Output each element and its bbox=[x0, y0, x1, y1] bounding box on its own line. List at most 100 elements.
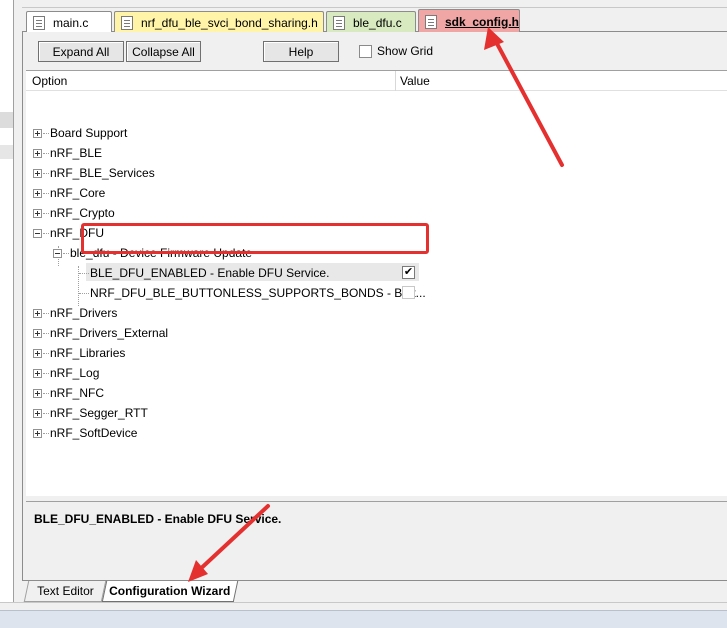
tree-item-nrf-softdevice[interactable]: nRF_SoftDevice bbox=[26, 423, 727, 443]
tree-item-label: nRF_BLE bbox=[50, 146, 103, 160]
tab-sdk-config-h[interactable]: sdk_config.h bbox=[418, 9, 520, 33]
description-text: BLE_DFU_ENABLED - Enable DFU Service. bbox=[34, 512, 282, 526]
file-icon bbox=[425, 14, 437, 29]
tree-item-nrf-dfu-ble-buttonless-supports-bonds[interactable]: NRF_DFU_BLE_BUTTONLESS_SUPPORTS_BONDS - … bbox=[26, 283, 727, 303]
ble-dfu-enabled-checkbox[interactable]: ✔ bbox=[402, 266, 415, 279]
expand-icon[interactable] bbox=[33, 189, 42, 198]
tree-item-nrf-nfc[interactable]: nRF_NFC bbox=[26, 383, 727, 403]
tree-item-nrf-ble-services[interactable]: nRF_BLE_Services bbox=[26, 163, 727, 183]
tree-item-nrf-log[interactable]: nRF_Log bbox=[26, 363, 727, 383]
tree-item-label: nRF_Drivers bbox=[50, 306, 118, 320]
show-grid-toggle[interactable]: Show Grid bbox=[359, 44, 433, 58]
tab-label: ble_dfu.c bbox=[353, 15, 402, 30]
tab-text-editor[interactable]: Text Editor bbox=[23, 581, 107, 602]
tree-item-label: nRF_Core bbox=[50, 186, 106, 200]
tab-label: nrf_dfu_ble_svci_bond_sharing.h bbox=[141, 15, 318, 30]
expand-icon[interactable] bbox=[33, 389, 42, 398]
tab-label: main.c bbox=[53, 15, 89, 30]
window-bottom-edge bbox=[0, 602, 727, 610]
tree-item-board-support[interactable]: Board Support bbox=[26, 123, 727, 143]
column-divider[interactable] bbox=[395, 71, 396, 91]
description-pane: BLE_DFU_ENABLED - Enable DFU Service. bbox=[26, 501, 727, 580]
expand-icon[interactable] bbox=[33, 149, 42, 158]
expand-all-button[interactable]: Expand All bbox=[38, 41, 124, 62]
options-tree: Option Value Board Support nRF_BLE nRF_B… bbox=[26, 70, 727, 496]
expand-icon[interactable] bbox=[33, 329, 42, 338]
splitter[interactable] bbox=[14, 0, 22, 610]
tab-configuration-wizard[interactable]: Configuration Wizard bbox=[101, 581, 239, 602]
tree-item-nrf-core[interactable]: nRF_Core bbox=[26, 183, 727, 203]
annotation-highlight-box bbox=[81, 223, 429, 254]
tree-connector bbox=[43, 393, 49, 394]
tree-item-nrf-libraries[interactable]: nRF_Libraries bbox=[26, 343, 727, 363]
tree-connector bbox=[43, 353, 49, 354]
file-icon bbox=[121, 15, 133, 30]
tree-connector bbox=[43, 313, 49, 314]
toolbar-edge bbox=[22, 0, 727, 8]
show-grid-label: Show Grid bbox=[377, 44, 434, 58]
project-panel-row bbox=[0, 145, 13, 159]
buttonless-supports-bonds-checkbox[interactable] bbox=[402, 286, 415, 299]
tree-connector bbox=[43, 373, 49, 374]
configuration-wizard-panel: Expand All Collapse All Help Show Grid O… bbox=[22, 32, 727, 580]
tree-item-label: BLE_DFU_ENABLED - Enable DFU Service. bbox=[90, 266, 330, 280]
project-panel-selection bbox=[0, 112, 13, 128]
tab-label: Configuration Wizard bbox=[109, 584, 231, 598]
tree-item-nrf-segger-rtt[interactable]: nRF_Segger_RTT bbox=[26, 403, 727, 423]
tab-label: sdk_config.h bbox=[444, 14, 519, 29]
expand-icon[interactable] bbox=[33, 209, 42, 218]
tree-item-label: Board Support bbox=[50, 126, 128, 140]
tab-label: Text Editor bbox=[36, 584, 94, 598]
tree-item-label: nRF_Crypto bbox=[50, 206, 115, 220]
show-grid-checkbox[interactable] bbox=[359, 44, 372, 58]
expand-icon[interactable] bbox=[33, 349, 42, 358]
tree-item-ble-dfu-enabled[interactable]: BLE_DFU_ENABLED - Enable DFU Service. ✔ bbox=[26, 263, 727, 283]
status-bar bbox=[0, 610, 727, 628]
tree-item-label: nRF_Log bbox=[50, 366, 100, 380]
tree-item-nrf-crypto[interactable]: nRF_Crypto bbox=[26, 203, 727, 223]
tab-nrf-dfu-ble-svci-bond-sharing-h[interactable]: nrf_dfu_ble_svci_bond_sharing.h bbox=[114, 11, 324, 33]
tree-connector bbox=[43, 213, 49, 214]
project-panel-edge bbox=[0, 0, 14, 610]
tree-header: Option Value bbox=[26, 71, 727, 91]
tree-item-label: nRF_Segger_RTT bbox=[50, 406, 148, 420]
expand-icon[interactable] bbox=[33, 169, 42, 178]
tree-item-label: NRF_DFU_BLE_BUTTONLESS_SUPPORTS_BONDS - … bbox=[90, 286, 426, 300]
expand-icon[interactable] bbox=[33, 409, 42, 418]
tree-connector bbox=[43, 233, 49, 234]
collapse-icon[interactable] bbox=[53, 249, 62, 258]
tree-item-label: nRF_BLE_Services bbox=[50, 166, 155, 180]
tree-connector bbox=[79, 293, 89, 294]
tree-item-label: nRF_SoftDevice bbox=[50, 426, 138, 440]
editor-tab-bar: main.c nrf_dfu_ble_svci_bond_sharing.h b… bbox=[22, 8, 727, 33]
tree-connector bbox=[43, 333, 49, 334]
tab-main-c[interactable]: main.c bbox=[26, 11, 112, 33]
keil-editor-window: main.c nrf_dfu_ble_svci_bond_sharing.h b… bbox=[0, 0, 727, 628]
tree-connector bbox=[43, 153, 49, 154]
expand-icon[interactable] bbox=[33, 129, 42, 138]
tree-connector bbox=[43, 413, 49, 414]
view-tab-bar: Text Editor Configuration Wizard bbox=[22, 580, 727, 602]
collapse-all-button[interactable]: Collapse All bbox=[126, 41, 201, 62]
tab-ble-dfu-c[interactable]: ble_dfu.c bbox=[326, 11, 416, 33]
tree-item-label: nRF_Drivers_External bbox=[50, 326, 169, 340]
tree-item-label: nRF_NFC bbox=[50, 386, 105, 400]
tree-item-nrf-drivers[interactable]: nRF_Drivers bbox=[26, 303, 727, 323]
file-icon bbox=[333, 15, 345, 30]
tree-connector bbox=[43, 133, 49, 134]
collapse-icon[interactable] bbox=[33, 229, 42, 238]
help-button[interactable]: Help bbox=[263, 41, 339, 62]
tree-item-label: nRF_Libraries bbox=[50, 346, 126, 360]
tree-item-nrf-drivers-external[interactable]: nRF_Drivers_External bbox=[26, 323, 727, 343]
tree-connector bbox=[43, 433, 49, 434]
tree-connector bbox=[43, 173, 49, 174]
tree-item-nrf-ble[interactable]: nRF_BLE bbox=[26, 143, 727, 163]
tree-connector bbox=[79, 273, 89, 274]
expand-icon[interactable] bbox=[33, 309, 42, 318]
tree-connector bbox=[43, 193, 49, 194]
tree-connector bbox=[63, 253, 69, 254]
expand-icon[interactable] bbox=[33, 369, 42, 378]
expand-icon[interactable] bbox=[33, 429, 42, 438]
column-header-option[interactable]: Option bbox=[32, 74, 67, 88]
column-header-value[interactable]: Value bbox=[400, 74, 430, 88]
